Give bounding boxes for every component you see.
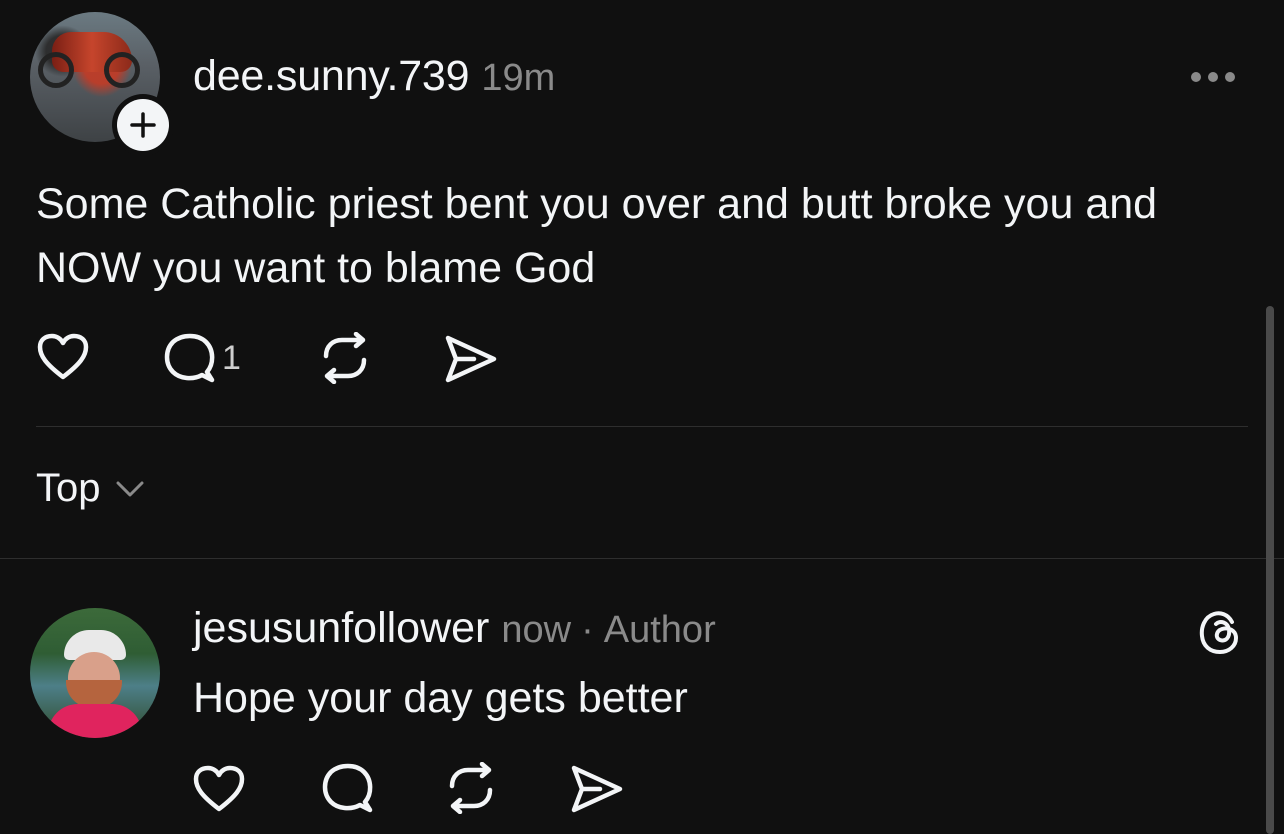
post-text: Some Catholic priest bent you over and b… — [36, 180, 1158, 292]
follow-button[interactable] — [112, 94, 174, 156]
repost-button[interactable] — [318, 332, 372, 384]
motorcycle-wheel — [38, 52, 74, 88]
reply-text: Hope your day gets better — [193, 674, 688, 722]
repost-icon — [449, 762, 493, 814]
follow-button-circle — [117, 99, 169, 151]
more-options-button[interactable] — [1190, 60, 1240, 94]
repost-icon — [323, 332, 367, 384]
heart-icon — [37, 333, 89, 380]
reply-count: 1 — [222, 338, 241, 377]
reply-comment-button[interactable] — [320, 762, 374, 814]
reply-share-button[interactable] — [570, 764, 624, 814]
sort-label: Top — [36, 466, 101, 510]
comment-icon — [322, 763, 373, 813]
motorcycle-wheel — [104, 52, 140, 88]
reply-repost-button[interactable] — [444, 762, 498, 814]
comment-icon — [164, 333, 215, 383]
more-icon — [1191, 72, 1235, 82]
comment-button[interactable]: 1 — [162, 332, 241, 384]
reply-like-button[interactable] — [192, 764, 246, 814]
sort-dropdown[interactable]: Top — [36, 466, 145, 511]
post-divider — [36, 426, 1248, 427]
heart-icon — [193, 765, 245, 812]
reply-timestamp: now — [501, 609, 572, 651]
scrollbar[interactable] — [1266, 306, 1274, 834]
author-badge: Author — [603, 609, 716, 651]
send-icon — [445, 335, 497, 383]
shirt-graphic — [48, 704, 142, 738]
reply-header: jesusunfollower now · Author — [193, 604, 716, 653]
plus-icon — [130, 112, 156, 138]
like-button[interactable] — [36, 332, 90, 382]
post-timestamp: 19m — [481, 57, 556, 99]
threads-icon — [1199, 611, 1239, 655]
share-button[interactable] — [444, 334, 498, 384]
post-header: dee.sunny.739 19m — [193, 52, 555, 101]
section-divider — [0, 558, 1284, 559]
post-username[interactable]: dee.sunny.739 — [193, 52, 470, 101]
reply-author-avatar[interactable] — [30, 608, 160, 738]
reply-username[interactable]: jesusunfollower — [193, 604, 489, 653]
threads-app-button[interactable] — [1196, 608, 1244, 661]
meta-separator: · — [581, 609, 594, 651]
send-icon — [571, 765, 623, 813]
chevron-down-icon — [116, 481, 143, 496]
